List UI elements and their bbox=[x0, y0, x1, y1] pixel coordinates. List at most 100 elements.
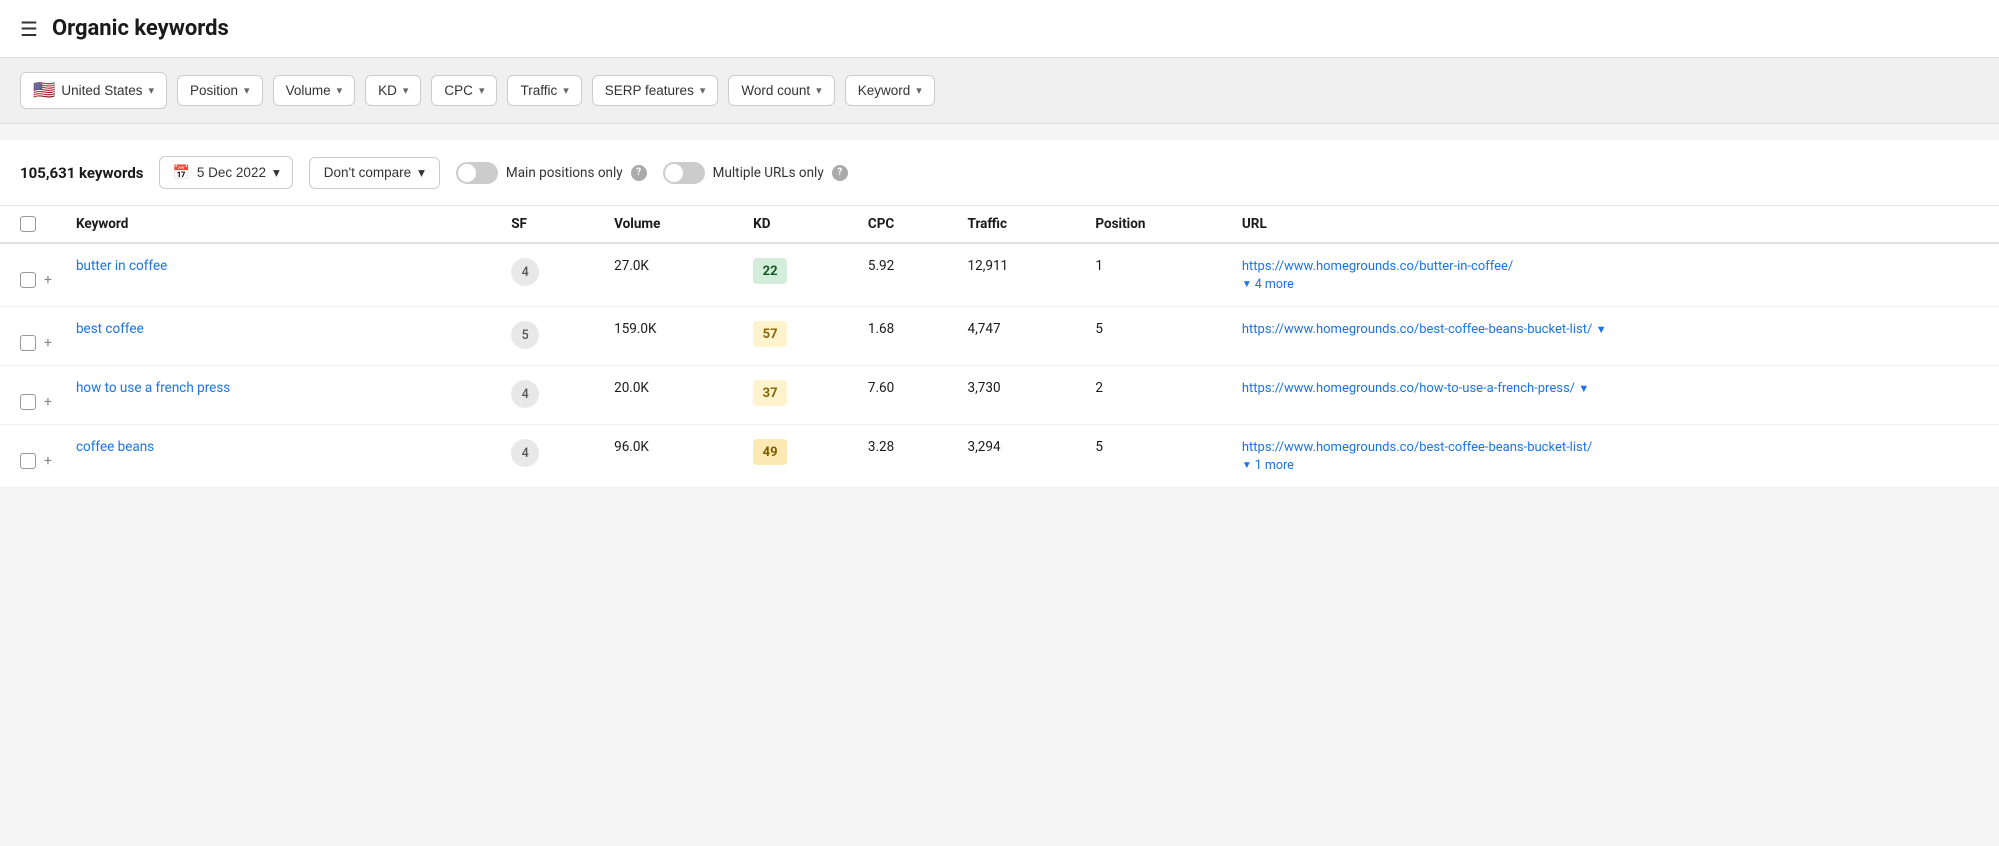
col-cpc: CPC bbox=[856, 206, 956, 243]
compare-label: Don't compare bbox=[324, 165, 411, 180]
url-link[interactable]: https://www.homegrounds.co/best-coffee-b… bbox=[1242, 322, 1592, 337]
keyword-link[interactable]: best coffee bbox=[76, 321, 144, 337]
sf-cell: 4 bbox=[499, 366, 602, 425]
table-row: + butter in coffee427.0K225.9212,9111htt… bbox=[0, 243, 1999, 307]
filter-volume[interactable]: Volume ▾ bbox=[273, 75, 356, 106]
filter-kd[interactable]: KD ▾ bbox=[365, 75, 421, 106]
kd-badge: 37 bbox=[753, 380, 787, 406]
row-checkbox[interactable] bbox=[20, 394, 36, 410]
keyword-cell: butter in coffee bbox=[64, 243, 499, 307]
kd-badge: 22 bbox=[753, 258, 787, 284]
row-checkbox[interactable] bbox=[20, 453, 36, 469]
keyword-link[interactable]: coffee beans bbox=[76, 439, 154, 455]
more-urls-link[interactable]: ▼ 1 more bbox=[1242, 458, 1987, 473]
multiple-urls-help-icon[interactable]: ? bbox=[832, 165, 848, 181]
traffic-cell: 12,911 bbox=[956, 243, 1084, 307]
add-keyword-icon[interactable]: + bbox=[44, 454, 52, 468]
filter-keyword[interactable]: Keyword ▾ bbox=[845, 75, 935, 106]
us-flag-icon: 🇺🇸 bbox=[33, 80, 55, 101]
cpc-cell: 3.28 bbox=[856, 425, 956, 488]
kd-cell: 37 bbox=[741, 366, 856, 425]
filter-country[interactable]: 🇺🇸 United States ▾ bbox=[20, 72, 167, 109]
filter-traffic-label: Traffic bbox=[520, 83, 557, 98]
header: ☰ Organic keywords bbox=[0, 0, 1999, 58]
filter-kd-label: KD bbox=[378, 83, 397, 98]
chevron-down-icon: ▾ bbox=[337, 84, 343, 97]
chevron-down-icon: ▾ bbox=[700, 84, 706, 97]
filter-cpc[interactable]: CPC ▾ bbox=[431, 75, 497, 106]
chevron-down-icon: ▼ bbox=[1596, 323, 1607, 336]
filters-bar: 🇺🇸 United States ▾ Position ▾ Volume ▾ K… bbox=[0, 58, 1999, 124]
date-label: 5 Dec 2022 bbox=[197, 165, 266, 180]
select-all-checkbox[interactable] bbox=[20, 216, 36, 232]
main-positions-toggle[interactable] bbox=[456, 162, 498, 184]
cpc-cell: 5.92 bbox=[856, 243, 956, 307]
row-checkbox[interactable] bbox=[20, 335, 36, 351]
filter-traffic[interactable]: Traffic ▾ bbox=[507, 75, 581, 106]
row-select-cell: + bbox=[0, 307, 64, 366]
sf-badge: 4 bbox=[511, 380, 539, 408]
col-keyword: Keyword bbox=[64, 206, 499, 243]
keywords-table: Keyword SF Volume KD CPC Traffic Positio… bbox=[0, 206, 1999, 488]
sf-badge: 5 bbox=[511, 321, 539, 349]
table-row: + best coffee5159.0K571.684,7475https://… bbox=[0, 307, 1999, 366]
chevron-down-icon: ▾ bbox=[244, 84, 250, 97]
url-cell: https://www.homegrounds.co/best-coffee-b… bbox=[1230, 307, 1999, 366]
filter-serp-features[interactable]: SERP features ▾ bbox=[592, 75, 719, 106]
chevron-down-icon: ▾ bbox=[273, 165, 280, 181]
volume-cell: 159.0K bbox=[602, 307, 741, 366]
multiple-urls-toggle-group: Multiple URLs only ? bbox=[663, 162, 848, 184]
date-picker-button[interactable]: 📅 5 Dec 2022 ▾ bbox=[159, 156, 292, 189]
col-volume: Volume bbox=[602, 206, 741, 243]
traffic-cell: 3,730 bbox=[956, 366, 1084, 425]
position-cell: 2 bbox=[1083, 366, 1230, 425]
volume-cell: 27.0K bbox=[602, 243, 741, 307]
chevron-down-icon: ▾ bbox=[418, 165, 425, 181]
main-positions-help-icon[interactable]: ? bbox=[631, 165, 647, 181]
row-select-cell: + bbox=[0, 366, 64, 425]
table-row: + coffee beans496.0K493.283,2945https://… bbox=[0, 425, 1999, 488]
chevron-down-icon: ▾ bbox=[563, 84, 569, 97]
keyword-count: 105,631 keywords bbox=[20, 164, 143, 182]
calendar-icon: 📅 bbox=[172, 164, 189, 181]
kd-badge: 57 bbox=[753, 321, 787, 347]
toolbar: 105,631 keywords 📅 5 Dec 2022 ▾ Don't co… bbox=[0, 140, 1999, 206]
add-keyword-icon[interactable]: + bbox=[44, 336, 52, 350]
url-cell: https://www.homegrounds.co/how-to-use-a-… bbox=[1230, 366, 1999, 425]
row-select-cell: + bbox=[0, 243, 64, 307]
sf-cell: 4 bbox=[499, 425, 602, 488]
compare-button[interactable]: Don't compare ▾ bbox=[309, 157, 440, 189]
row-select-cell: + bbox=[0, 425, 64, 488]
table-row: + how to use a french press420.0K377.603… bbox=[0, 366, 1999, 425]
add-keyword-icon[interactable]: + bbox=[44, 395, 52, 409]
filter-word-count[interactable]: Word count ▾ bbox=[728, 75, 834, 106]
chevron-down-icon: ▾ bbox=[816, 84, 822, 97]
filter-position[interactable]: Position ▾ bbox=[177, 75, 263, 106]
filter-country-label: United States bbox=[61, 83, 142, 98]
col-position: Position bbox=[1083, 206, 1230, 243]
more-urls-link[interactable]: ▼ 4 more bbox=[1242, 277, 1987, 292]
sf-badge: 4 bbox=[511, 439, 539, 467]
chevron-down-icon: ▾ bbox=[403, 84, 409, 97]
url-link[interactable]: https://www.homegrounds.co/best-coffee-b… bbox=[1242, 440, 1592, 455]
chevron-down-icon: ▼ bbox=[1578, 382, 1589, 395]
multiple-urls-label: Multiple URLs only bbox=[713, 165, 824, 181]
keyword-link[interactable]: butter in coffee bbox=[76, 258, 167, 274]
kd-cell: 49 bbox=[741, 425, 856, 488]
kd-cell: 22 bbox=[741, 243, 856, 307]
filter-cpc-label: CPC bbox=[444, 83, 473, 98]
menu-icon[interactable]: ☰ bbox=[20, 17, 38, 41]
triangle-down-icon: ▼ bbox=[1242, 460, 1252, 471]
multiple-urls-toggle[interactable] bbox=[663, 162, 705, 184]
filter-position-label: Position bbox=[190, 83, 238, 98]
chevron-down-icon: ▾ bbox=[148, 84, 154, 97]
row-checkbox[interactable] bbox=[20, 272, 36, 288]
url-link[interactable]: https://www.homegrounds.co/butter-in-cof… bbox=[1242, 259, 1513, 274]
chevron-down-icon: ▾ bbox=[916, 84, 922, 97]
position-cell: 5 bbox=[1083, 425, 1230, 488]
col-sf: SF bbox=[499, 206, 602, 243]
add-keyword-icon[interactable]: + bbox=[44, 273, 52, 287]
keyword-link[interactable]: how to use a french press bbox=[76, 380, 230, 396]
page-title: Organic keywords bbox=[52, 16, 229, 41]
url-link[interactable]: https://www.homegrounds.co/how-to-use-a-… bbox=[1242, 381, 1575, 396]
